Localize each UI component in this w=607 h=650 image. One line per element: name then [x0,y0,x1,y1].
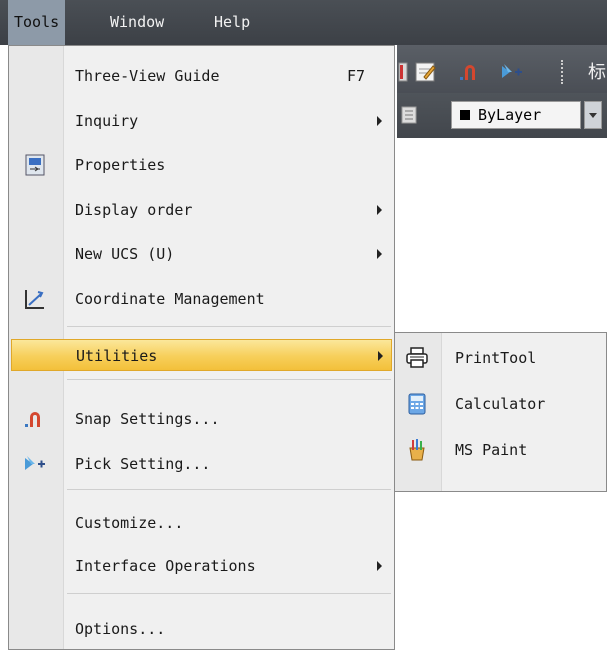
menu-item-label: Display order [75,201,193,219]
menu-item-snap-settings[interactable]: Snap Settings... [11,403,392,435]
color-dropdown[interactable]: ByLayer [451,101,581,129]
menu-separator [67,489,391,490]
menu-item-label: Interface Operations [75,557,256,575]
submenu-item-print-tool[interactable]: PrintTool [397,338,606,378]
calculator-icon [408,393,426,415]
menu-item-interface-operations[interactable]: Interface Operations [11,550,392,582]
menu-item-label: Three-View Guide [75,67,220,85]
submenu-item-ms-paint[interactable]: MS Paint [397,430,606,470]
pick-icon [25,456,45,470]
menu-separator [67,379,391,380]
menu-item-properties[interactable]: Properties [11,149,392,181]
menu-item-customize[interactable]: Customize... [11,507,392,539]
color-swatch [460,110,470,120]
menu-item-coordinate-management[interactable]: Coordinate Management [11,283,392,315]
menu-item-label: Coordinate Management [75,290,265,308]
menu-item-display-order[interactable]: Display order [11,194,392,226]
paint-icon [409,439,425,461]
snap-icon [25,412,40,427]
menu-item-label: Snap Settings... [75,410,220,428]
menu-separator [67,326,391,327]
menu-item-three-view-guide[interactable]: Three-View Guide F7 [11,60,392,92]
toolbar-pick-icon[interactable] [500,60,524,84]
menu-item-utilities[interactable]: Utilities [11,339,392,371]
toolbar-separator [561,60,566,84]
submenu-item-calculator[interactable]: Calculator [397,384,606,424]
menu-item-label: Pick Setting... [75,455,211,473]
menu-item-label: Options... [75,620,166,638]
menu-item-new-ucs[interactable]: New UCS (U) [11,238,392,270]
menu-item-label: New UCS (U) [75,245,175,263]
menu-item-inquiry[interactable]: Inquiry [11,105,392,137]
toolbar-cjk-label: 标 [588,62,606,83]
submenu-arrow-icon [378,351,383,361]
submenu-arrow-icon [377,561,382,571]
menu-tools[interactable]: Tools [8,0,66,45]
tools-menu: Three-View Guide F7 Inquiry Properties D… [8,45,395,650]
menu-help[interactable]: Help [208,0,256,45]
utilities-submenu: PrintTool Calculator MS Paint [394,332,607,492]
printer-icon [406,347,428,368]
properties-icon [25,154,45,176]
menu-item-shortcut: F7 [347,67,366,85]
color-dropdown-arrow[interactable] [584,101,602,129]
submenu-item-label: MS Paint [455,441,528,459]
menu-bar: Tools Window Help [0,0,607,45]
menu-separator [67,593,391,594]
submenu-arrow-icon [377,249,382,259]
menu-item-label: Properties [75,156,166,174]
submenu-item-label: Calculator [455,395,546,413]
menu-item-label: Utilities [76,347,158,365]
menu-window[interactable]: Window [104,0,170,45]
layer-properties-icon[interactable] [400,103,424,127]
submenu-item-label: PrintTool [455,349,537,367]
menu-item-pick-setting[interactable]: Pick Setting... [11,448,392,480]
menu-item-options[interactable]: Options... [11,613,392,645]
coordinate-icon [25,290,44,309]
toolbar-snap-icon[interactable] [458,60,482,84]
submenu-arrow-icon [377,205,382,215]
toolbar-edit-icon[interactable] [414,60,438,84]
menu-item-label: Inquiry [75,112,139,130]
menu-item-label: Customize... [75,514,184,532]
submenu-arrow-icon [377,116,382,126]
color-dropdown-value: ByLayer [478,106,542,124]
